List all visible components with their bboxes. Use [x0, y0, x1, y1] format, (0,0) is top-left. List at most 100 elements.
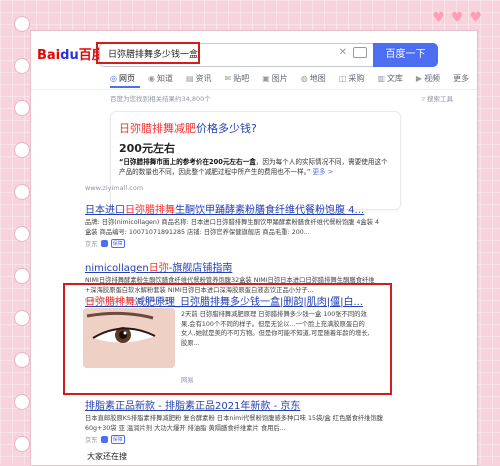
ring	[14, 58, 30, 74]
image-icon: ▣	[262, 74, 270, 83]
result-site[interactable]: 京东	[85, 239, 98, 248]
result-description: 日本直邮胶原KS排脂素排舞减肥粉 复合酵素粉 日本nimi代餐粉饱腹感多种口味 …	[85, 415, 384, 432]
shield-icon	[100, 240, 108, 247]
title-part: 减肥原理_日弥腊排舞多少钱一盒|删韵|肌肉|僵|白...	[135, 297, 364, 308]
ring	[14, 352, 30, 368]
answer-price: 200元左右	[119, 142, 175, 155]
tab-label: 知道	[156, 74, 173, 83]
tab-purchase[interactable]: ◫ 采购	[339, 73, 365, 84]
logo-paw: du	[60, 48, 79, 63]
result-meta: 京东 保障	[85, 435, 385, 444]
ring	[14, 142, 30, 158]
question-keyword: 日弥腊排舞减肥	[119, 122, 196, 135]
result-title[interactable]: 日本进口日弥腊排舞生酮饮甲踊酵素粉膳食纤维代餐粉饱腹 4...	[85, 201, 385, 216]
video-icon: ▶	[415, 74, 423, 83]
search-result: 排脂素正品新款 - 排脂素正品2021年新款 - 京东 日本直邮胶原KS排脂素排…	[85, 397, 385, 444]
map-icon: ◍	[300, 74, 308, 83]
ring	[14, 226, 30, 242]
search-tabs: ◎ 网页 ◉ 知道 ▤ 资讯 ✉ 贴吧 ▣ 图片 ◍ 地图 ◫ 采购 ▥ 文库 ▶ 视频 更多	[110, 73, 477, 84]
tab-label: 更多	[453, 74, 470, 83]
tab-wenku[interactable]: ▥ 文库	[377, 73, 403, 84]
answer-bold: “日弥腊排舞市面上的参考价在200元左右一盒	[119, 158, 256, 166]
result-title[interactable]: nimicollagen日弥-旗舰店铺指南	[85, 259, 385, 274]
tab-more[interactable]: 更多	[453, 73, 469, 84]
baidu-search-window: Baidu百度 日弥腊排舞多少钱一盒 ✕ 百度一下 ◎ 网页 ◉ 知道 ▤ 资讯 ✉ 贴…	[30, 30, 478, 466]
title-part: -旗舰店铺指南	[168, 263, 233, 274]
question-icon: ◉	[147, 74, 155, 83]
title-part: 日本进口	[85, 205, 125, 216]
title-keyword: 日弥腊排舞	[85, 297, 135, 308]
baidu-logo[interactable]: Baidu百度	[37, 44, 105, 63]
search-result: 日本进口日弥腊排舞生酮饮甲踊酵素粉膳食纤维代餐粉饱腹 4... 品牌: 日弥(n…	[85, 201, 385, 248]
search-tools-link[interactable]: ▿ 搜索工具	[422, 93, 453, 103]
shield-icon	[100, 436, 108, 443]
active-tab-underline	[110, 86, 140, 88]
related-searches-heading: 大家还在搜	[87, 452, 127, 461]
heart-decorations: ♥ ♥ ♥	[432, 10, 482, 26]
tab-video[interactable]: ▶ 视频	[416, 73, 440, 84]
tab-label: 图片	[271, 74, 288, 83]
title-part: 排脂素正品新款 - 排脂素正品2021年新款 - 京东	[85, 401, 301, 412]
result-thumbnail[interactable]	[83, 308, 175, 368]
filter-icon: ▿	[421, 95, 425, 103]
search-tools-label: 搜索工具	[427, 95, 453, 103]
eye-image	[83, 308, 175, 368]
result-description: 品牌: 日弥(nimicollagen) 商品名称: 日本进口日弥腊排舞生酮饮甲…	[85, 219, 380, 236]
tab-label: 文库	[386, 74, 403, 83]
ring	[14, 184, 30, 200]
title-part: nimicollagen	[85, 263, 149, 274]
tab-label: 贴吧	[233, 74, 250, 83]
result-title[interactable]: 排脂素正品新款 - 排脂素正品2021年新款 - 京东	[85, 397, 385, 412]
tab-map[interactable]: ◍ 地图	[301, 73, 326, 84]
result-site[interactable]: 京东	[85, 435, 98, 444]
answer-question[interactable]: 日弥腊排舞减肥价格多少钱?	[119, 120, 257, 136]
ring	[14, 436, 30, 452]
ring	[14, 16, 30, 32]
heart-icon: ♥	[432, 10, 445, 26]
title-keyword: 日弥腊排舞	[125, 205, 175, 216]
logo-text: Bai	[37, 48, 61, 63]
search-query: 日弥腊排舞多少钱一盒	[108, 50, 199, 60]
tab-label: 视频	[424, 74, 441, 83]
result-count: 百度为您找到相关结果约34,800个	[110, 95, 211, 103]
answer-source[interactable]: www.ziyimall.com	[85, 184, 143, 192]
ring	[14, 100, 30, 116]
close-icon[interactable]: ✕	[339, 47, 347, 58]
tab-label: 采购	[348, 74, 365, 83]
tab-label: 网页	[118, 74, 135, 83]
result-meta: 京东 保障	[85, 239, 385, 248]
news-icon: ▤	[185, 74, 194, 83]
tab-news[interactable]: ▤ 资讯	[186, 73, 212, 84]
ring	[14, 394, 30, 410]
ring	[14, 310, 30, 326]
more-link[interactable]: 更多 >	[312, 168, 333, 176]
answer-card: 日弥腊排舞减肥价格多少钱? 200元左右 “日弥腊排舞市面上的参考价在200元左…	[110, 111, 401, 210]
heart-icon: ♥	[450, 10, 464, 26]
search-result: 日弥腊排舞减肥原理_日弥腊排舞多少钱一盒|删韵|肌肉|僵|白...	[85, 293, 385, 308]
header-divider	[31, 89, 477, 90]
answer-text: “日弥腊排舞市面上的参考价在200元左右一盒，因为每个人的实际情况不同，需要使用…	[119, 157, 394, 177]
search-input[interactable]: 日弥腊排舞多少钱一盒 ✕	[96, 42, 376, 67]
tab-label: 地图	[309, 74, 326, 83]
result-site[interactable]: 网易	[181, 375, 194, 384]
search-icon: ◎	[110, 74, 117, 83]
search-header: Baidu百度 日弥腊排舞多少钱一盒 ✕ 百度一下	[31, 31, 477, 67]
title-part: 生酮饮甲踊酵素粉膳食纤维代餐粉饱腹 4...	[175, 205, 365, 216]
tab-label: 资讯	[195, 74, 212, 83]
tab-tieba[interactable]: ✉ 贴吧	[225, 73, 250, 84]
binder-rings	[14, 0, 30, 464]
forum-icon: ✉	[224, 74, 232, 83]
result-description: 2天前 日弥腊排舞减肥原理 日弥腊排舞多少钱一盒 100张不同的效果,会有100…	[181, 311, 370, 347]
tab-images[interactable]: ▣ 图片	[262, 73, 288, 84]
search-button[interactable]: 百度一下	[373, 43, 438, 67]
tab-web[interactable]: ◎ 网页	[110, 73, 135, 84]
tab-zhidao[interactable]: ◉ 知道	[148, 73, 173, 84]
question-rest: 价格多少钱?	[196, 122, 257, 135]
ring	[14, 268, 30, 284]
cart-icon: ◫	[338, 74, 347, 83]
guarantee-badge: 保障	[110, 435, 125, 444]
title-keyword: 日弥	[148, 263, 169, 274]
result-title[interactable]: 日弥腊排舞减肥原理_日弥腊排舞多少钱一盒|删韵|肌肉|僵|白...	[85, 293, 385, 308]
heart-icon: ♥	[469, 10, 482, 26]
camera-icon[interactable]	[353, 47, 367, 58]
